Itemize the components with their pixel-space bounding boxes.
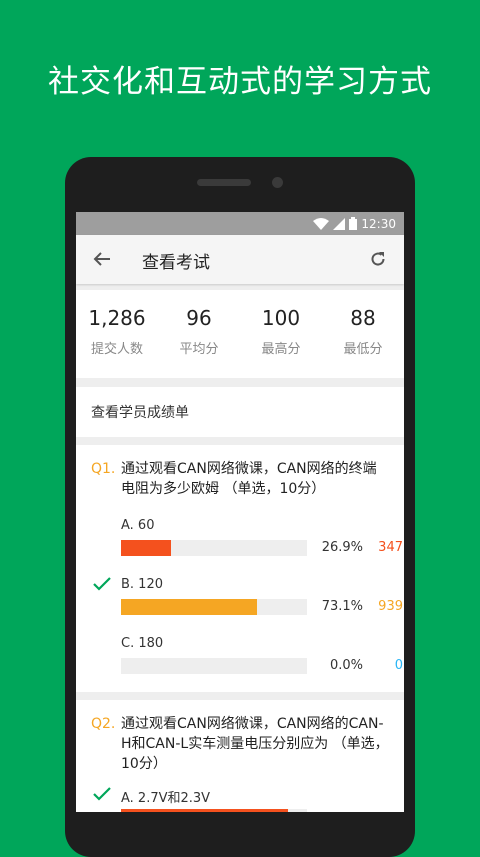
stat-average: 96 平均分 <box>158 290 240 378</box>
correct-check-icon <box>93 577 111 591</box>
question-header: Q2. 通过观看CAN网络微课，CAN网络的CAN-H和CAN-L实车测量电压分… <box>91 714 389 774</box>
option-percent: 73.1% <box>321 599 363 614</box>
stat-value: 96 <box>186 306 212 330</box>
option-percent: 26.9% <box>321 540 363 555</box>
option-progress-fill <box>121 809 289 812</box>
option-progress-bar <box>121 599 307 615</box>
question-card-q2: Q2. 通过观看CAN网络微课，CAN网络的CAN-H和CAN-L实车测量电压分… <box>76 700 404 812</box>
stats-panel: 1,286 提交人数 96 平均分 100 最高分 88 最低分 <box>76 290 404 378</box>
stat-submitted: 1,286 提交人数 <box>76 290 158 378</box>
option-row: A. 60 26.9% 347 <box>91 505 403 564</box>
option-progress-bar <box>121 540 307 556</box>
wifi-icon <box>313 217 330 230</box>
signal-icon <box>333 217 346 230</box>
option-progress-fill <box>121 599 257 615</box>
phone-camera <box>272 177 283 188</box>
stat-label: 最高分 <box>261 342 301 357</box>
app-bar: 查看考试 <box>76 235 404 284</box>
option-count: 939 <box>378 599 403 614</box>
option-progress-bar <box>121 658 307 674</box>
option-label: B. 120 <box>121 577 163 592</box>
phone-screen: 12:30 查看考试 1,286 提交人数 96 平均分 100 最高分 88 … <box>76 212 404 812</box>
option-row: B. 120 73.1% 939 <box>91 564 403 623</box>
stat-label: 最低分 <box>343 342 383 357</box>
battery-icon <box>349 217 358 230</box>
option-label: A. 2.7V和2.3V <box>121 791 211 806</box>
question-text: 通过观看CAN网络微课，CAN网络的CAN-H和CAN-L实车测量电压分别应为 … <box>121 716 389 772</box>
phone-frame: 12:30 查看考试 1,286 提交人数 96 平均分 100 最高分 88 … <box>65 157 415 857</box>
stat-value: 1,286 <box>88 306 146 330</box>
option-percent: 0.0% <box>329 658 363 673</box>
question-number: Q1. <box>91 461 116 477</box>
option-row: C. 180 0.0% 0 <box>91 623 403 682</box>
stat-highest: 100 最高分 <box>240 290 322 378</box>
question-text: 通过观看CAN网络微课，CAN网络的终端电阻为多少欧姆 （单选，10分） <box>121 461 377 497</box>
status-bar: 12:30 <box>76 212 404 235</box>
question-number: Q2. <box>91 716 116 732</box>
headline: 社交化和互动式的学习方式 <box>48 64 432 100</box>
status-time: 12:30 <box>361 216 396 231</box>
stat-label: 提交人数 <box>90 342 143 357</box>
phone-speaker <box>197 179 251 186</box>
option-label: A. 60 <box>121 518 155 533</box>
option-row: A. 2.7V和2.3V <box>91 774 389 812</box>
page-title: 查看考试 <box>142 253 210 273</box>
stat-value: 100 <box>261 306 301 330</box>
refresh-icon[interactable] <box>368 249 388 269</box>
option-progress-bar <box>121 809 307 812</box>
correct-check-icon <box>93 787 111 801</box>
view-report-link[interactable]: 查看学员成绩单 <box>76 387 404 437</box>
stat-lowest: 88 最低分 <box>322 290 404 378</box>
question-header: Q1. 通过观看CAN网络微课，CAN网络的终端电阻为多少欧姆 （单选，10分） <box>91 459 389 499</box>
option-progress-fill <box>121 540 172 556</box>
stat-label: 平均分 <box>179 342 219 357</box>
stat-value: 88 <box>350 306 376 330</box>
option-count: 347 <box>378 540 403 555</box>
back-arrow-icon[interactable] <box>92 249 112 269</box>
option-count: 0 <box>394 658 403 673</box>
option-label: C. 180 <box>121 636 164 651</box>
question-card-q1: Q1. 通过观看CAN网络微课，CAN网络的终端电阻为多少欧姆 （单选，10分）… <box>76 445 404 692</box>
